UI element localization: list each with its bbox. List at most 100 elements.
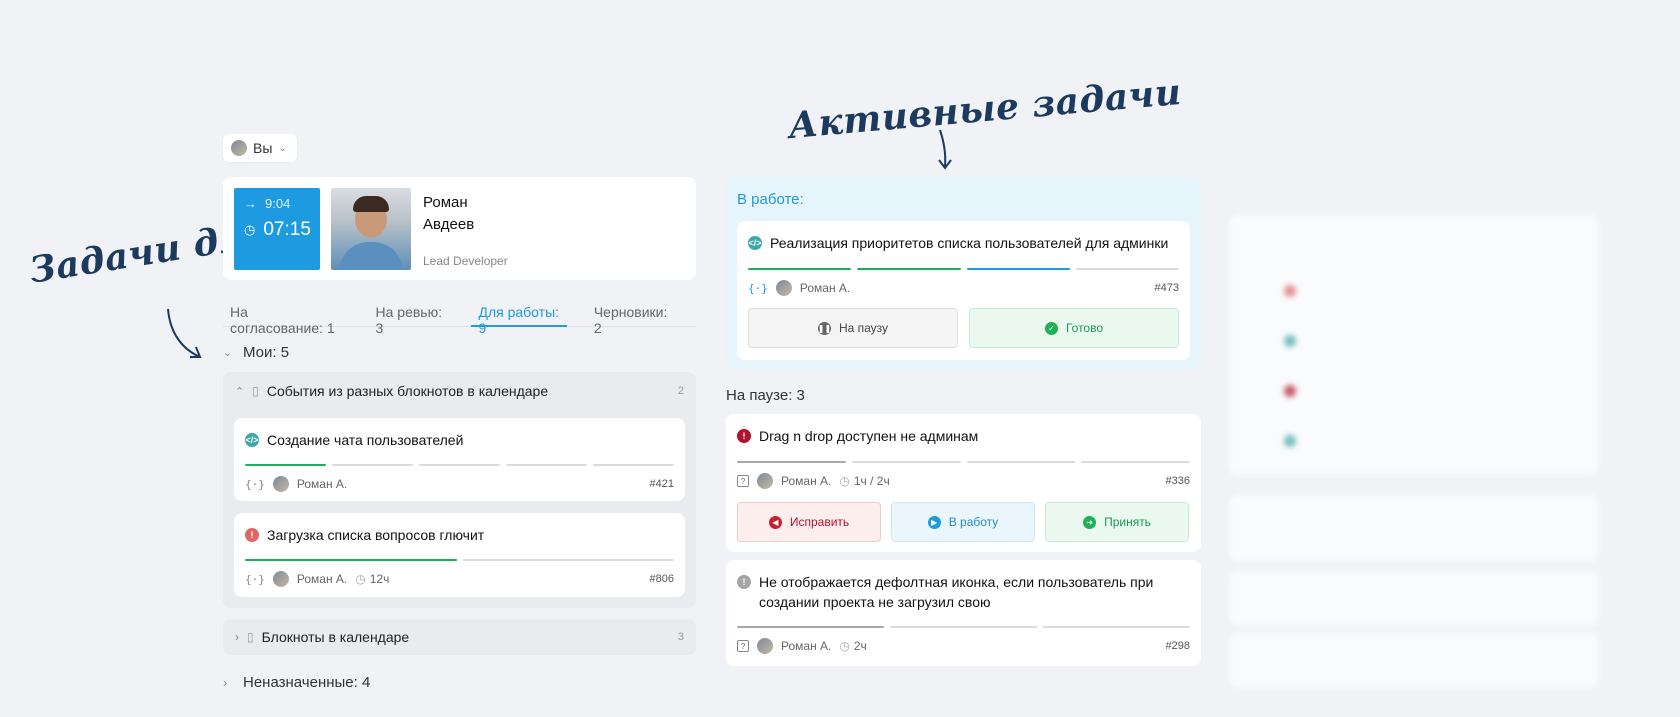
clipboard-icon: ▯ [247,630,254,644]
to-work-button[interactable]: ▶ В работу [891,502,1035,542]
task-time: 1ч / 2ч [853,474,890,488]
in-work-panel: В работе: </> Реализация приоритетов спи… [726,177,1201,370]
annotation-active-tasks: Активные задачи [786,70,1184,148]
arrow-right-icon: ➜ [1083,515,1097,529]
task-id: #806 [649,573,674,585]
current-time: 07:15 [263,219,311,240]
task-title-line2: создании проекта не загрузил свою [759,594,991,610]
user-selector-label: Вы [253,140,273,156]
annotation-arrow-top [938,129,952,170]
clock-icon: ◷ [839,474,850,488]
chevron-right-icon: › [235,630,239,644]
check-icon: ✓ [1044,321,1058,335]
task-title: Создание чата пользователей [267,432,464,448]
clipboard-icon: ▯ [252,384,259,398]
avatar [272,571,289,587]
group-header[interactable]: ⌃ ▯ События из разных блокнотов в календ… [223,372,696,410]
accept-button-label: Принять [1104,515,1151,529]
task-id: #421 [649,478,674,490]
chevron-down-icon: ⌄ [223,347,233,359]
group-count: 2 [677,385,684,397]
pause-button[interactable]: ❚❚ На паузу [748,308,958,348]
profile-role: Lead Developer [423,254,508,268]
task-progress [245,559,674,561]
profile-name: Роман Авдеев [423,192,474,236]
task-card[interactable]: ! Загрузка списка вопросов глючит {·} Ро… [234,513,685,597]
chevron-right-icon: › [223,675,228,690]
chevron-up-icon: ⌃ [235,385,245,398]
fix-button[interactable]: ◀ Исправить [737,502,881,542]
blurred-calendar [1226,135,1606,695]
task-assignee: Роман А. [296,477,348,491]
question-box-icon: ? [737,640,749,652]
question-box-icon: ? [737,475,749,487]
start-time: 9:04 [265,196,291,211]
profile-card: → 9:04 ◷ 07:15 Роман Авдеев Lead Develop… [223,177,696,280]
pause-button-label: На паузу [838,321,889,335]
to-work-button-label: В работу [948,515,999,529]
code-icon: </> [245,433,259,447]
play-icon: ▶ [927,515,941,529]
clock-icon: ◷ [244,222,256,237]
braces-icon: {·} [245,477,265,491]
task-progress [737,626,1190,628]
task-id: #298 [1165,640,1190,652]
task-time: 12ч [369,572,390,586]
task-assignee: Роман А. [781,639,832,653]
task-group-notebooks[interactable]: › ▯ Блокноты в календаре 3 [223,619,696,655]
tab-approval[interactable]: На согласование: 1 [223,296,349,336]
done-button[interactable]: ✓ Готово [969,308,1179,348]
task-tabs: На согласование: 1 На ревью: 3 Для работ… [223,296,696,336]
section-unassigned[interactable]: › Неназначенные: 4 [223,674,370,691]
task-assignee: Роман А. [799,281,851,295]
avatar [757,638,773,654]
annotation-arrow-left [167,308,202,358]
arrow-left-icon: ◀ [768,515,782,529]
clock-icon: ◷ [355,572,366,586]
task-assignee: Роман А. [781,474,832,488]
avatar [757,473,773,489]
in-work-title: В работе: [737,191,804,208]
calendar-day-card [1230,495,1598,561]
group-title: Блокноты в календаре [261,629,410,645]
first-name: Роман [423,194,468,211]
avatar [231,140,247,156]
tab-review[interactable]: На ревью: 3 [369,296,452,336]
calendar-day-card [1230,571,1598,625]
tab-for-work[interactable]: Для работы: 9 [471,296,567,336]
task-card[interactable]: ! Drag n drop доступен не админам ? Рома… [726,414,1201,552]
arrow-right-icon: → [244,196,257,211]
avatar [775,280,792,296]
task-title: Реализация приоритетов списка пользовате… [770,235,1169,251]
done-button-label: Готово [1065,321,1104,335]
work-time-box: → 9:04 ◷ 07:15 [234,188,320,270]
task-time: 2ч [853,639,867,653]
task-assignee: Роман А. [296,572,348,586]
section-mine[interactable]: ⌄ Мои: 5 [223,344,289,361]
code-icon: </> [748,236,762,250]
task-card[interactable]: </> Создание чата пользователей {·} Рома… [234,418,685,501]
avatar [272,476,289,492]
braces-icon: {·} [748,281,768,295]
task-card[interactable]: ! Не отображается дефолтная иконка, если… [726,560,1201,666]
braces-icon: {·} [245,572,265,586]
task-title: Загрузка списка вопросов глючит [267,527,485,543]
calendar-day-card [1230,633,1598,687]
user-selector[interactable]: Вы ⌄ [223,134,297,162]
task-progress [737,461,1190,463]
last-name: Авдеев [423,216,475,233]
group-title: События из разных блокнотов в календаре [266,383,549,399]
fix-button-label: Исправить [789,515,850,529]
pause-icon: ❚❚ [817,321,832,335]
section-paused: На паузе: 3 [726,387,805,404]
task-title-line1: Не отображается дефолтная иконка, если п… [759,574,1154,590]
clock-icon: ◷ [839,639,850,653]
task-progress [245,464,674,466]
section-unassigned-label: Неназначенные: 4 [243,674,371,691]
section-mine-label: Мои: 5 [243,344,290,361]
accept-button[interactable]: ➜ Принять [1045,502,1189,542]
group-count: 3 [677,631,684,643]
calendar-day-card [1230,215,1598,475]
task-card[interactable]: </> Реализация приоритетов списка пользо… [737,221,1190,360]
tab-drafts[interactable]: Черновики: 2 [587,296,676,336]
